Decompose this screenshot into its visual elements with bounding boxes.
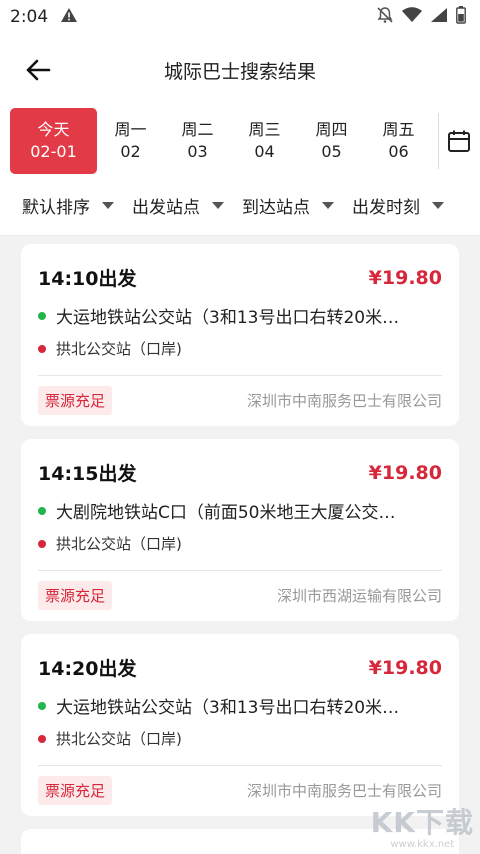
destination-dot-icon <box>38 539 46 548</box>
trip-card[interactable]: 14:15出发 ¥19.80 大剧院地铁站C口（前面50米地王大厦公交… 拱北公… <box>21 439 459 621</box>
filter-label: 出发时刻 <box>352 198 420 218</box>
date-tab-today[interactable]: 今天 02-01 <box>10 108 97 174</box>
date-tab-date: 04 <box>254 142 275 161</box>
app-header: 城际巴士搜索结果 <box>0 34 480 106</box>
trip-list: 14:10出发 ¥19.80 大运地铁站公交站（3和13号出口右转20米… 拱北… <box>0 236 480 854</box>
destination-stop-name: 拱北公交站（口岸) <box>56 535 182 553</box>
availability-badge: 票源充足 <box>38 776 113 805</box>
date-tab-tue[interactable]: 周二 03 <box>164 108 231 174</box>
status-time: 2:04 <box>10 7 49 27</box>
date-selector: 今天 02-01 周一 02 周二 03 周三 04 周四 05 周五 06 <box>0 106 480 176</box>
destination-stop-name: 拱北公交站（口岸) <box>56 340 182 358</box>
page-title: 城际巴士搜索结果 <box>163 60 316 83</box>
origin-dot-icon <box>38 311 46 320</box>
filter-bar: 默认排序 出发站点 到达站点 出发时刻 <box>0 176 480 236</box>
watermark: KK下载 www.kkx.net <box>371 801 474 850</box>
filter-label: 默认排序 <box>22 198 90 218</box>
filter-departure-time[interactable]: 出发时刻 <box>352 193 462 218</box>
origin-stop: 大剧院地铁站C口（前面50米地王大厦公交… <box>38 498 442 523</box>
card-divider <box>38 765 442 766</box>
departure-time: 14:20出发 <box>38 658 137 680</box>
bus-company: 深圳市中南服务巴士有限公司 <box>246 392 442 410</box>
departure-time: 14:15出发 <box>38 463 137 485</box>
wifi-icon <box>402 7 422 27</box>
date-tab-day: 周二 <box>181 120 214 139</box>
status-bar: 2:04 <box>0 0 480 34</box>
date-tab-date: 05 <box>321 142 342 161</box>
destination-stop: 拱北公交站（口岸) <box>38 728 442 749</box>
origin-stop-name: 大运地铁站公交站（3和13号出口右转20米… <box>56 698 400 718</box>
bus-company: 深圳市中南服务巴士有限公司 <box>246 782 442 800</box>
filter-sort[interactable]: 默认排序 <box>22 193 132 218</box>
origin-dot-icon <box>38 506 46 515</box>
ticket-price: ¥19.80 <box>368 266 442 289</box>
filter-label: 出发站点 <box>132 198 200 218</box>
signal-icon <box>430 7 448 27</box>
filter-departure-station[interactable]: 出发站点 <box>132 193 242 218</box>
date-tab-date: 02 <box>120 142 141 161</box>
date-tab-day: 周五 <box>382 120 415 139</box>
trip-card[interactable]: 14:20出发 ¥19.80 大运地铁站公交站（3和13号出口右转20米… 拱北… <box>21 634 459 816</box>
destination-stop: 拱北公交站（口岸) <box>38 533 442 554</box>
trip-card[interactable]: 14:10出发 ¥19.80 大运地铁站公交站（3和13号出口右转20米… 拱北… <box>21 244 459 426</box>
caret-down-icon <box>432 202 444 209</box>
date-tab-mon[interactable]: 周一 02 <box>97 108 164 174</box>
arrow-left-icon <box>26 59 51 81</box>
origin-stop-name: 大剧院地铁站C口（前面50米地王大厦公交… <box>56 503 396 523</box>
availability-badge: 票源充足 <box>38 581 113 610</box>
date-tab-day: 周三 <box>248 120 281 139</box>
ticket-price: ¥19.80 <box>368 461 442 484</box>
bus-company: 深圳市西湖运输有限公司 <box>276 587 442 605</box>
card-divider <box>38 375 442 376</box>
ticket-price: ¥19.80 <box>368 656 442 679</box>
origin-stop: 大运地铁站公交站（3和13号出口右转20米… <box>38 303 442 328</box>
calendar-icon <box>448 130 471 152</box>
date-tabs: 今天 02-01 周一 02 周二 03 周三 04 周四 05 周五 06 <box>10 108 432 174</box>
caret-down-icon <box>322 202 334 209</box>
destination-stop-name: 拱北公交站（口岸) <box>56 730 182 748</box>
filter-label: 到达站点 <box>242 198 310 218</box>
watermark-logo: KK下载 <box>370 806 474 839</box>
origin-stop-name: 大运地铁站公交站（3和13号出口右转20米… <box>56 308 400 328</box>
battery-icon <box>456 6 466 28</box>
caret-down-icon <box>212 202 224 209</box>
alert-icon <box>60 7 78 28</box>
date-tab-day: 周一 <box>114 120 147 139</box>
date-tab-fri[interactable]: 周五 06 <box>365 108 432 174</box>
departure-time: 14:10出发 <box>38 268 137 290</box>
origin-stop: 大运地铁站公交站（3和13号出口右转20米… <box>38 693 442 718</box>
filter-arrival-station[interactable]: 到达站点 <box>242 193 352 218</box>
notifications-off-icon <box>376 6 394 28</box>
caret-down-icon <box>102 202 114 209</box>
back-button[interactable] <box>8 40 68 100</box>
destination-stop: 拱北公交站（口岸) <box>38 338 442 359</box>
date-tab-date: 02-01 <box>30 142 77 161</box>
destination-dot-icon <box>38 734 46 743</box>
origin-dot-icon <box>38 701 46 710</box>
date-tab-thu[interactable]: 周四 05 <box>298 108 365 174</box>
date-tab-day: 今天 <box>37 120 70 139</box>
availability-badge: 票源充足 <box>38 386 113 415</box>
card-divider <box>38 570 442 571</box>
destination-dot-icon <box>38 344 46 353</box>
calendar-button[interactable] <box>439 111 480 171</box>
date-tab-date: 06 <box>388 142 409 161</box>
watermark-url: www.kkx.net <box>390 839 455 850</box>
date-tab-date: 03 <box>187 142 208 161</box>
date-tab-wed[interactable]: 周三 04 <box>231 108 298 174</box>
date-tab-day: 周四 <box>315 120 348 139</box>
